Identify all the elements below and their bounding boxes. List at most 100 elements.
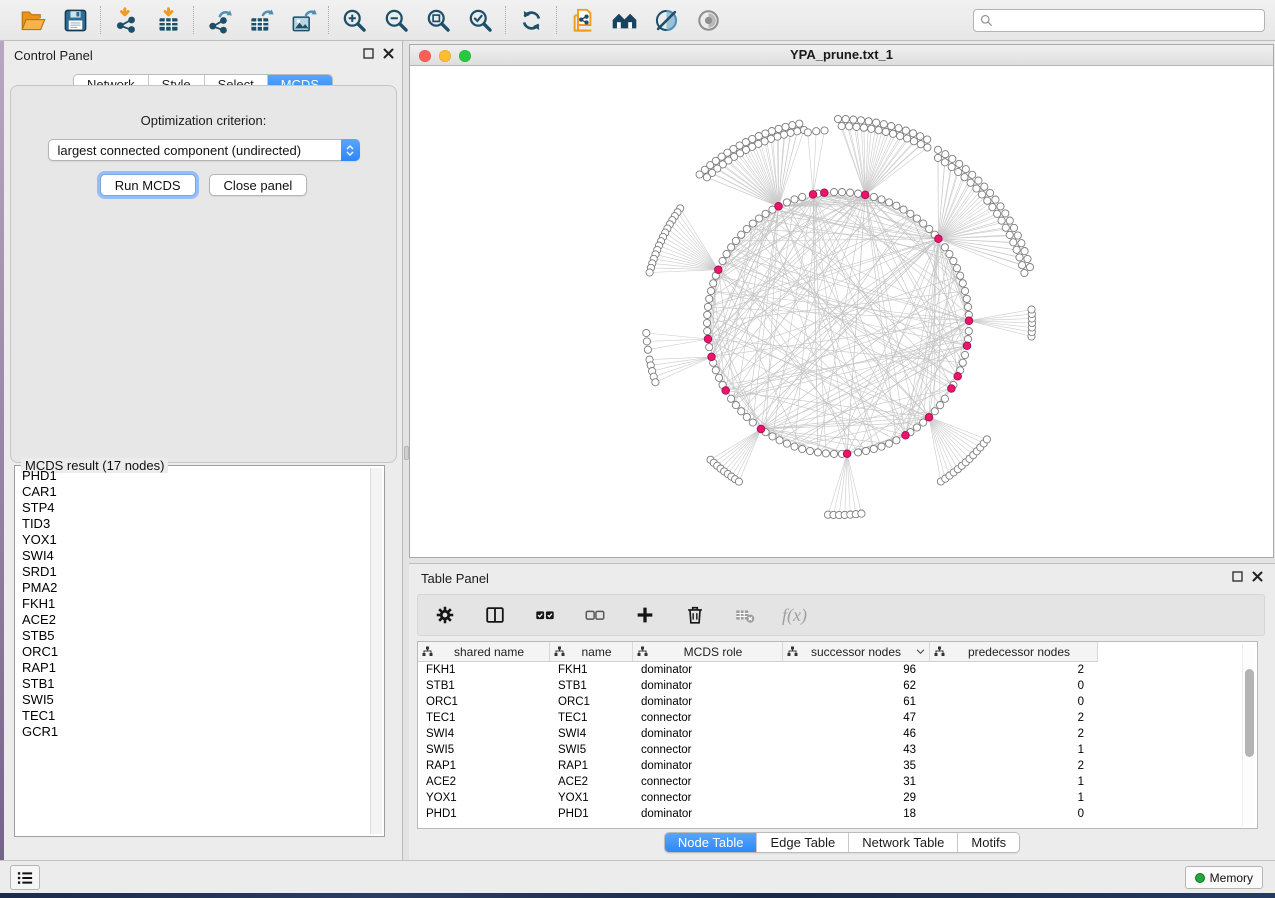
graph-node[interactable] <box>959 280 966 287</box>
network-window-titlebar[interactable]: YPA_prune.txt_1 <box>410 45 1273 66</box>
graph-node[interactable] <box>941 244 948 251</box>
graph-hub-node[interactable] <box>809 191 817 199</box>
table-cell[interactable]: 0 <box>930 806 1098 822</box>
graph-node[interactable] <box>873 119 880 126</box>
graph-node[interactable] <box>834 115 841 122</box>
graph-node[interactable] <box>696 171 703 178</box>
table-row[interactable]: ACE2ACE2connector311 <box>418 774 1257 790</box>
zoom-out-button[interactable] <box>380 4 412 36</box>
mcds-result-item[interactable]: ORC1 <box>17 644 370 660</box>
table-row[interactable]: YOX1YOX1connector291 <box>418 790 1257 806</box>
graph-node[interactable] <box>950 257 957 264</box>
graph-hub-node[interactable] <box>704 335 712 343</box>
delete-table-button[interactable] <box>732 602 758 628</box>
graph-node[interactable] <box>878 196 885 203</box>
mcds-result-item[interactable]: STB5 <box>17 628 370 644</box>
export-network-button[interactable] <box>203 4 235 36</box>
graph-node[interactable] <box>870 193 877 200</box>
graph-hub-node[interactable] <box>954 373 962 381</box>
graph-hub-node[interactable] <box>843 450 851 458</box>
delete-button[interactable] <box>682 602 708 628</box>
mcds-result-item[interactable]: SRD1 <box>17 564 370 580</box>
table-cell[interactable]: 2 <box>930 710 1098 726</box>
graph-node[interactable] <box>643 329 650 336</box>
graph-hub-node[interactable] <box>715 266 723 274</box>
table-cell[interactable]: 2 <box>930 726 1098 742</box>
graph-node[interactable] <box>969 171 976 178</box>
table-cell[interactable]: SWI5 <box>418 742 550 758</box>
graph-node[interactable] <box>886 199 893 206</box>
graph-node[interactable] <box>880 121 887 128</box>
graph-node[interactable] <box>743 225 750 232</box>
graph-node[interactable] <box>719 257 726 264</box>
mcds-result-item[interactable]: CAR1 <box>17 484 370 500</box>
table-cell[interactable]: dominator <box>633 758 783 774</box>
mcds-result-item[interactable]: TEC1 <box>17 708 370 724</box>
graph-node[interactable] <box>1018 240 1025 247</box>
table-cell[interactable]: 1 <box>930 774 1098 790</box>
graph-node[interactable] <box>920 220 927 227</box>
graph-node[interactable] <box>878 443 885 450</box>
homes-button[interactable] <box>608 4 640 36</box>
graph-node[interactable] <box>926 225 933 232</box>
graph-node[interactable] <box>732 237 739 244</box>
mcds-result-item[interactable]: PMA2 <box>17 580 370 596</box>
graph-node[interactable] <box>838 189 845 196</box>
graph-node[interactable] <box>1024 255 1031 262</box>
graph-node[interactable] <box>830 450 837 457</box>
graph-node[interactable] <box>989 204 996 211</box>
graph-node[interactable] <box>924 144 931 151</box>
table-cell[interactable]: SWI4 <box>550 726 633 742</box>
graph-node[interactable] <box>644 346 651 353</box>
graph-node[interactable] <box>904 135 911 142</box>
graph-node[interactable] <box>1021 269 1028 276</box>
graph-node[interactable] <box>769 433 776 440</box>
graph-node[interactable] <box>978 191 985 198</box>
graph-node[interactable] <box>913 424 920 431</box>
graph-node[interactable] <box>791 443 798 450</box>
graph-node[interactable] <box>975 177 982 184</box>
graph-node[interactable] <box>706 344 713 351</box>
column-header-shared-name[interactable]: shared name <box>418 642 550 662</box>
graph-node[interactable] <box>889 130 896 137</box>
table-cell[interactable]: 61 <box>783 694 930 710</box>
graph-node[interactable] <box>953 265 960 272</box>
table-cell[interactable]: FKH1 <box>550 662 633 678</box>
mcds-result-item[interactable]: SWI4 <box>17 548 370 564</box>
table-cell[interactable]: connector <box>633 742 783 758</box>
table-cell[interactable]: 43 <box>783 742 930 758</box>
graph-node[interactable] <box>956 160 963 167</box>
graph-node[interactable] <box>981 183 988 190</box>
graph-node[interactable] <box>937 402 944 409</box>
close-panel-icon[interactable] <box>383 48 394 59</box>
graph-hub-node[interactable] <box>722 387 730 395</box>
graph-node[interactable] <box>799 193 806 200</box>
graph-node[interactable] <box>900 206 907 213</box>
graph-node[interactable] <box>732 402 739 409</box>
graph-node[interactable] <box>822 450 829 457</box>
graph-node[interactable] <box>1014 232 1021 239</box>
graph-node[interactable] <box>924 136 931 143</box>
graph-node[interactable] <box>1010 224 1017 231</box>
table-scrollbar-thumb[interactable] <box>1245 669 1254 757</box>
table-row[interactable]: SWI4SWI4dominator462 <box>418 726 1257 742</box>
table-cell[interactable]: STB1 <box>550 678 633 694</box>
table-cell[interactable]: 47 <box>783 710 930 726</box>
table-tab-motifs[interactable]: Motifs <box>957 833 1019 852</box>
graph-node[interactable] <box>780 131 787 138</box>
table-cell[interactable]: dominator <box>633 678 783 694</box>
table-cell[interactable]: dominator <box>633 694 783 710</box>
zoom-selected-button[interactable] <box>464 4 496 36</box>
export-table-button[interactable] <box>245 4 277 36</box>
graph-hub-node[interactable] <box>902 432 910 440</box>
table-cell[interactable]: dominator <box>633 662 783 678</box>
table-cell[interactable]: FKH1 <box>418 662 550 678</box>
graph-node[interactable] <box>860 124 867 131</box>
graph-node[interactable] <box>706 295 713 302</box>
graph-node[interactable] <box>738 231 745 238</box>
graph-node[interactable] <box>959 359 966 366</box>
table-row[interactable]: SWI5SWI5connector431 <box>418 742 1257 758</box>
deselect-all-button[interactable] <box>582 602 608 628</box>
graph-node[interactable] <box>703 174 710 181</box>
graph-node[interactable] <box>847 189 854 196</box>
